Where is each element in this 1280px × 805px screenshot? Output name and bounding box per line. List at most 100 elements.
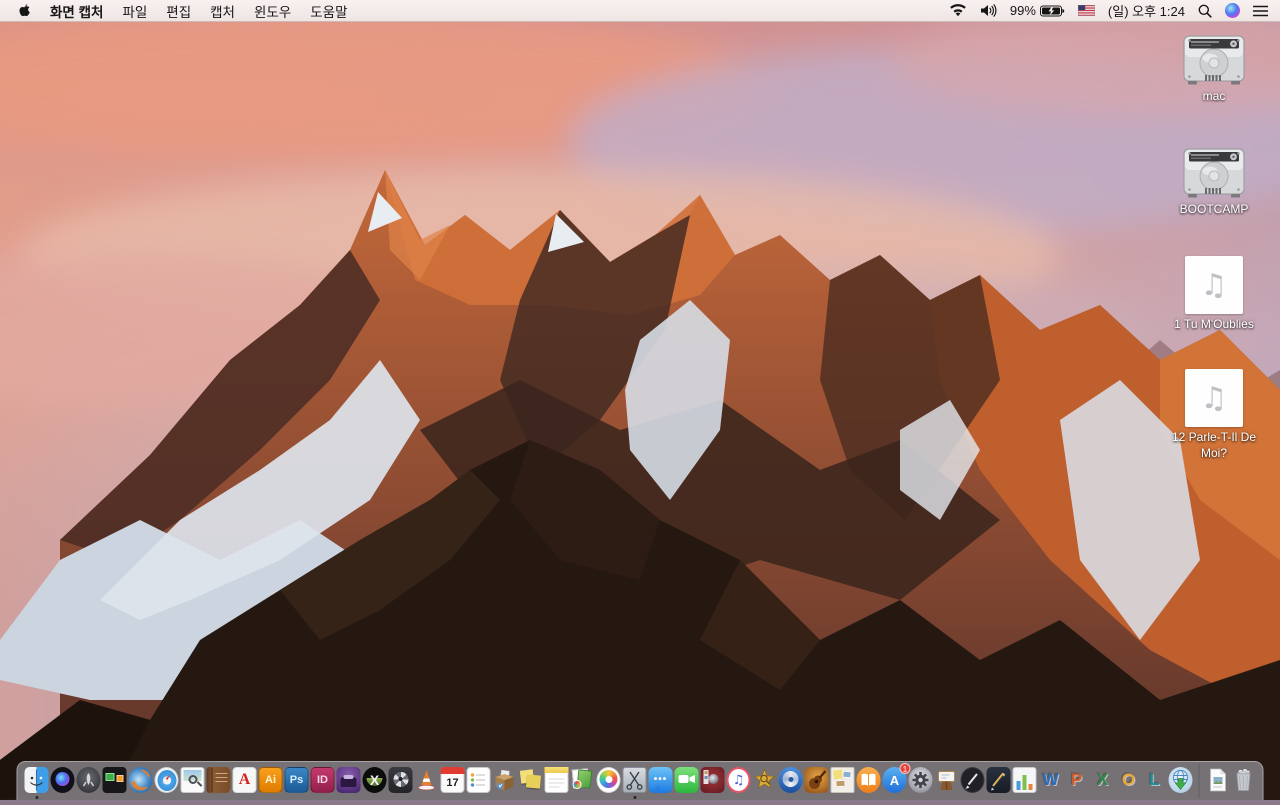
notification-center-icon <box>1253 5 1268 16</box>
dock-item-contacts[interactable] <box>206 766 232 794</box>
dock-item-outlook[interactable]: O <box>1116 766 1142 794</box>
menu-item-4[interactable]: 도움말 <box>310 1 347 21</box>
calendar-icon: 17 <box>440 766 466 794</box>
dock-item-blue-disc[interactable] <box>778 766 804 794</box>
dock-item-siri[interactable] <box>50 766 76 794</box>
dock-item-archive-box[interactable] <box>492 766 518 794</box>
vlc-icon <box>414 766 440 794</box>
dock-item-toast[interactable] <box>336 766 362 794</box>
dock-item-illustrator[interactable]: Ai <box>258 766 284 794</box>
dock-item-word[interactable]: W <box>1038 766 1064 794</box>
menu-item-0[interactable]: 파일 <box>122 1 147 21</box>
desktop-icon-bootcamp[interactable]: BOOTCAMP <box>1160 147 1268 218</box>
messages-icon: ••• <box>648 766 674 794</box>
dock-item-appstore[interactable]: A1 <box>882 763 911 794</box>
active-app-name[interactable]: 화면 캡처 <box>50 1 103 21</box>
dock-item-disk-tool[interactable] <box>388 766 414 794</box>
siri-menu-item[interactable] <box>1225 3 1240 18</box>
dock-item-grab-screen-capture[interactable] <box>622 766 648 799</box>
grab-screen-capture-icon <box>622 766 648 794</box>
clock-menu-item[interactable]: (일) 오후 1:24 <box>1108 1 1185 20</box>
dock-item-messages[interactable]: ••• <box>648 766 674 794</box>
keynote-icon <box>934 766 960 794</box>
dock-item-acrobat[interactable]: A <box>232 766 258 794</box>
volume-menu-item[interactable] <box>980 4 997 17</box>
dock-item-ibooks[interactable] <box>856 766 882 794</box>
dock-item-sysprefs[interactable] <box>908 766 934 794</box>
dock-item-preview[interactable] <box>180 766 206 794</box>
windows-app-icon <box>102 766 128 794</box>
battery-menu-item[interactable]: 99% <box>1010 3 1065 18</box>
desktop-icon-1-tu-m-oublies[interactable]: ♫ 1 Tu M'Oublies <box>1160 256 1268 333</box>
dock-item-indesign[interactable]: ID <box>310 766 336 794</box>
dock-item-photos[interactable] <box>596 766 622 794</box>
music-note-icon: ♫ <box>1200 380 1228 416</box>
menu-item-2[interactable]: 캡처 <box>210 1 235 21</box>
numbers-icon <box>1012 766 1038 794</box>
garageband-icon <box>804 766 830 794</box>
menu-items: 파일 편집 캡처 윈도우 도움말 <box>122 1 347 21</box>
dock-separator <box>1194 764 1205 798</box>
dock-item-vlc[interactable] <box>414 766 440 794</box>
spotlight-menu-item[interactable] <box>1198 4 1212 18</box>
contacts-icon <box>206 766 232 794</box>
desktop-wallpaper <box>0 0 1280 800</box>
dock-item-x-circle-app[interactable]: X <box>362 766 388 794</box>
running-indicator <box>35 796 38 799</box>
dock-item-notes[interactable] <box>544 766 570 794</box>
desktop-icon-mac[interactable]: mac <box>1160 34 1268 105</box>
itunes-icon: ♫ <box>726 766 752 794</box>
input-source-menu-item[interactable] <box>1077 5 1095 16</box>
dock-item-itunes[interactable]: ♫ <box>726 766 752 794</box>
wifi-menu-item[interactable] <box>949 4 967 17</box>
dock-item-powerpoint[interactable]: P <box>1064 766 1090 794</box>
reminders-icon <box>466 766 492 794</box>
notification-center-menu-item[interactable] <box>1253 5 1268 17</box>
input-source-us-flag <box>1077 5 1095 16</box>
desktop-icon-label: BOOTCAMP <box>1179 202 1249 216</box>
menu-item-3[interactable]: 윈도우 <box>254 1 291 21</box>
dock-item-firefox[interactable] <box>128 766 154 794</box>
dock-item-launchpad[interactable] <box>76 766 102 794</box>
dock-item-numbers[interactable] <box>1012 766 1038 794</box>
photobooth-icon <box>700 766 726 794</box>
dock-item-garageband[interactable] <box>804 766 830 794</box>
dock-item-excel[interactable]: X <box>1090 766 1116 794</box>
photoshop-icon: Ps <box>284 766 310 794</box>
desktop-icon-label: 12 Parle-T-Il De Moi? <box>1171 430 1257 460</box>
dock-item-calendar[interactable]: 17 <box>440 766 466 794</box>
dock-item-photoshop[interactable]: Ps <box>284 766 310 794</box>
dock-item-trash[interactable] <box>1231 766 1257 794</box>
indesign-icon: ID <box>310 766 336 794</box>
dock-item-pages[interactable] <box>986 766 1012 794</box>
stickies-icon <box>518 766 544 794</box>
dock-item-windows-app[interactable] <box>102 766 128 794</box>
toast-icon <box>336 766 362 794</box>
dock-item-photobooth[interactable] <box>700 766 726 794</box>
dock-item-document-file[interactable] <box>1205 766 1231 794</box>
outlook-icon: O <box>1121 770 1136 789</box>
battery-charging-icon <box>1039 5 1065 16</box>
dock-item-download-globe[interactable] <box>1168 766 1194 794</box>
apple-icon <box>19 4 30 17</box>
apple-menu[interactable] <box>18 3 31 18</box>
dock-item-pixelmator[interactable] <box>960 766 986 794</box>
dock-item-reminders[interactable] <box>466 766 492 794</box>
dock-item-stickies[interactable] <box>518 766 544 794</box>
dock-item-keynote[interactable] <box>934 766 960 794</box>
dock-item-lync[interactable]: L <box>1142 766 1168 794</box>
powerpoint-icon: P <box>1070 770 1083 789</box>
dock-item-finder[interactable] <box>24 766 50 799</box>
desktop-icon-label: mac <box>1202 89 1226 103</box>
desktop-icon-12-parle-t-il-de-moi-[interactable]: ♫ 12 Parle-T-Il De Moi? <box>1160 369 1268 461</box>
dock-item-star-app[interactable] <box>752 766 778 794</box>
acrobat-icon: A <box>232 766 258 794</box>
dock-item-safari[interactable] <box>154 766 180 794</box>
dock-item-facetime[interactable] <box>674 766 700 794</box>
dock-item-paper-collage[interactable] <box>830 766 856 794</box>
dock-item-green-docs[interactable] <box>570 766 596 794</box>
trash-icon <box>1231 766 1257 794</box>
download-globe-icon <box>1168 766 1194 794</box>
document-file-icon <box>1205 766 1231 794</box>
menu-item-1[interactable]: 편집 <box>166 1 191 21</box>
